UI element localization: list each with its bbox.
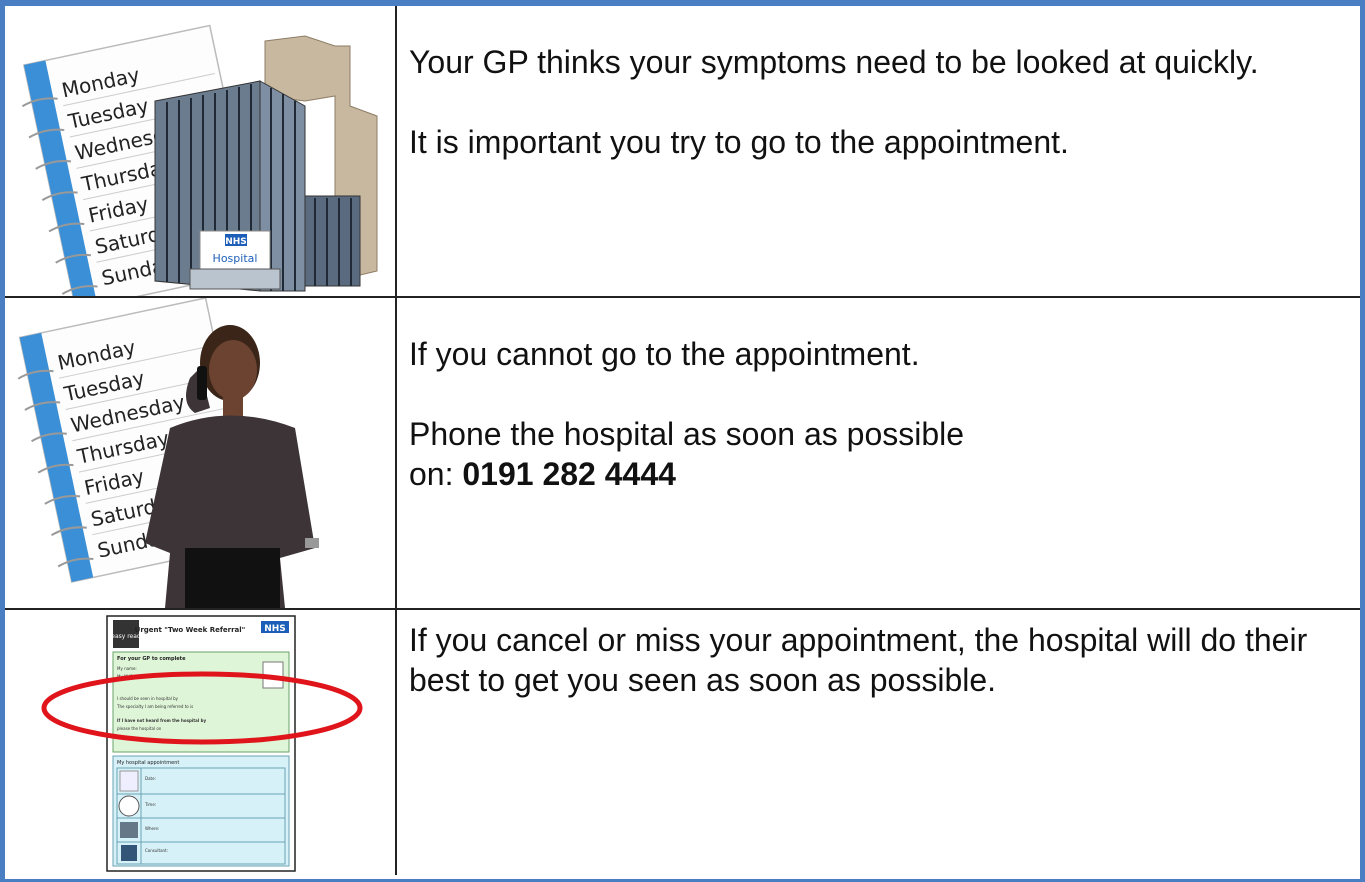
- form-title: Urgent "Two Week Referral": [135, 626, 246, 634]
- paragraph: Your GP thinks your symptoms need to be …: [409, 44, 1259, 80]
- form-field: Time:: [144, 802, 156, 807]
- form-nhs-badge: NHS: [264, 624, 286, 634]
- form-logo: easy read: [111, 633, 141, 640]
- form-section-label: For your GP to complete: [117, 656, 186, 662]
- form-field: Consultant:: [145, 848, 168, 853]
- form-field: Where:: [145, 826, 159, 831]
- hospital-sign-label: Hospital: [213, 252, 258, 265]
- text-cell: If you cannot go to the appointment. Pho…: [395, 296, 1360, 610]
- table-row: Monday Tuesday Wednesday Thursday Friday…: [5, 296, 1360, 610]
- calendar-hospital-image: Monday Tuesday Wednesday Thursday Friday…: [5, 6, 395, 296]
- easy-read-table: Monday Tuesday Wednesday Thursday Friday…: [5, 6, 1360, 875]
- image-cell: Monday Tuesday Wednesday Thursday Friday…: [5, 6, 397, 298]
- phone-number: 0191 282 4444: [462, 456, 676, 492]
- referral-form-image: easy read Urgent "Two Week Referral" NHS…: [5, 610, 395, 875]
- paragraph: Phone the hospital as soon as possible o…: [409, 414, 1338, 494]
- text-cell: If you cancel or miss your appointment, …: [395, 608, 1360, 875]
- image-cell: easy read Urgent "Two Week Referral" NHS…: [5, 608, 397, 875]
- paragraph: It is important you try to go to the app…: [409, 124, 1069, 160]
- paragraph: If you cannot go to the appointment.: [409, 336, 920, 372]
- table-row: easy read Urgent "Two Week Referral" NHS…: [5, 608, 1360, 875]
- form-field: Date:: [145, 776, 156, 781]
- paragraph: If you cancel or miss your appointment, …: [409, 622, 1308, 698]
- table-row: Monday Tuesday Wednesday Thursday Friday…: [5, 6, 1360, 298]
- text-cell: Your GP thinks your symptoms need to be …: [395, 6, 1360, 298]
- form-line: please the hospital on: [117, 726, 162, 731]
- form-section-label: My hospital appointment: [117, 760, 179, 766]
- phone-prefix: on:: [409, 456, 463, 492]
- nhs-sign-label: NHS: [225, 237, 247, 247]
- form-line: If I have not heard from the hospital by: [117, 718, 206, 723]
- page: Monday Tuesday Wednesday Thursday Friday…: [0, 0, 1365, 882]
- form-line: I should be seen in hospital by: [117, 696, 179, 701]
- form-line: My name:: [117, 666, 137, 671]
- calendar-phone-image: Monday Tuesday Wednesday Thursday Friday…: [5, 298, 395, 608]
- form-line: The specialty I am being referred to is: [116, 704, 193, 709]
- paragraph-line: Phone the hospital as soon as possible: [409, 416, 965, 452]
- image-cell: Monday Tuesday Wednesday Thursday Friday…: [5, 296, 397, 610]
